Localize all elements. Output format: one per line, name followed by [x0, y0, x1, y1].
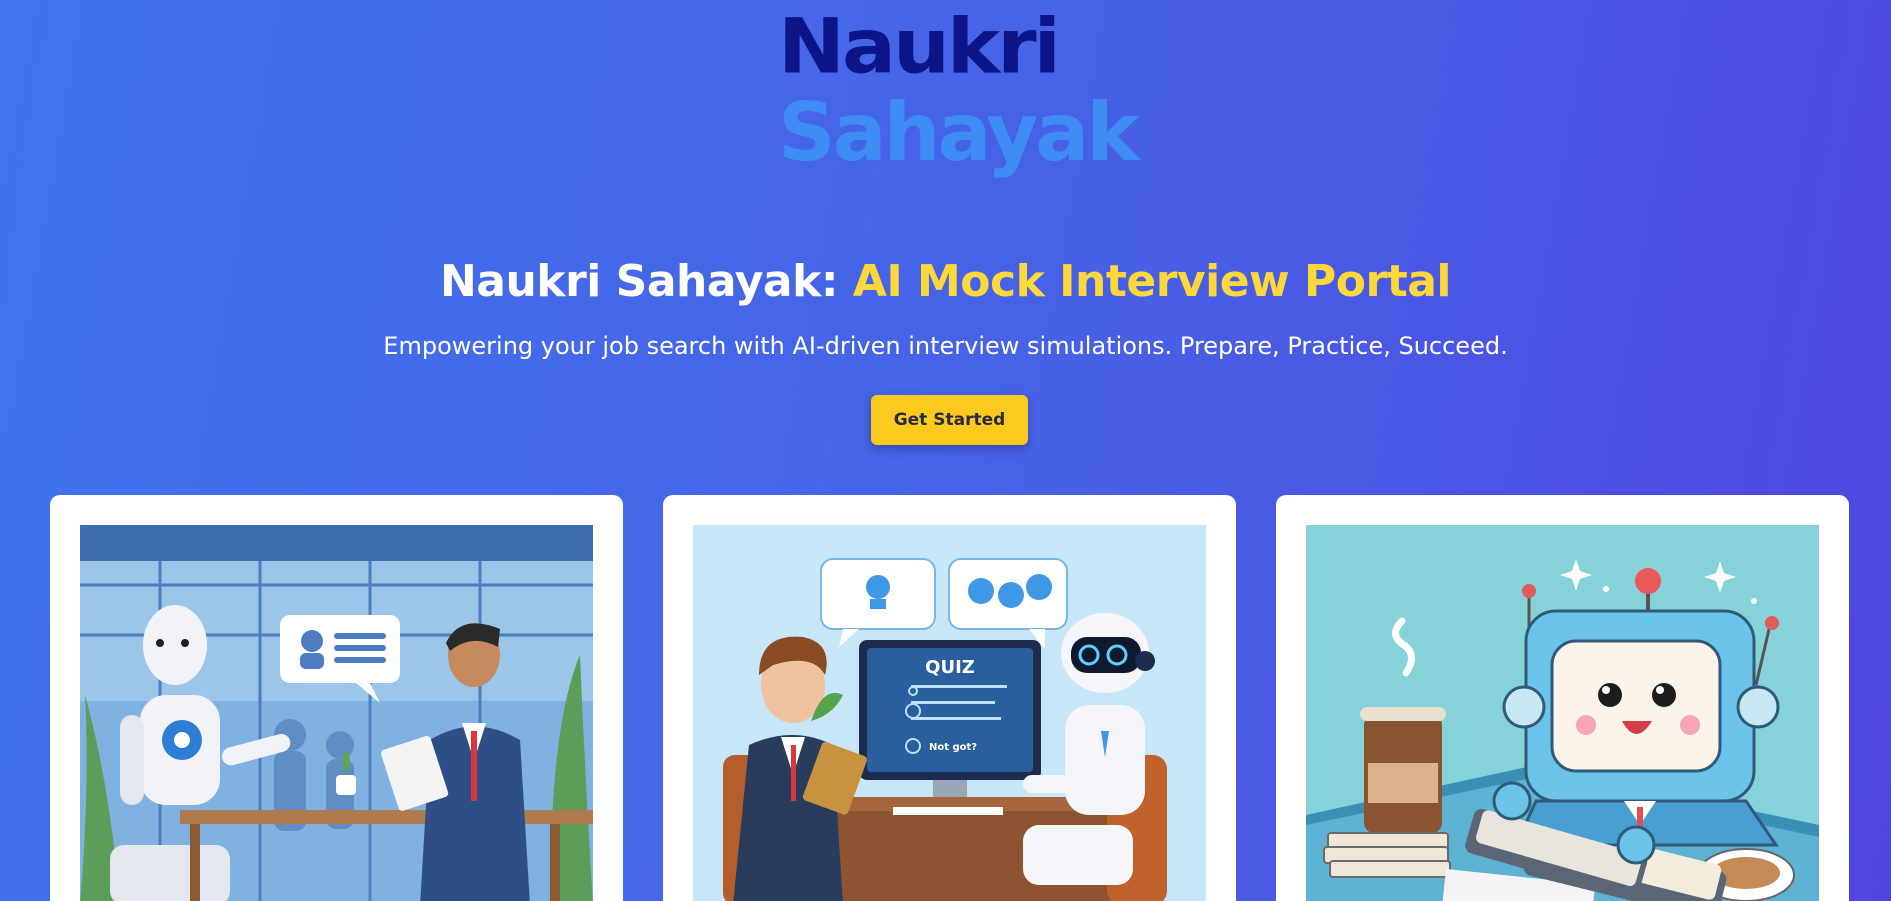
feature-card-2[interactable]: QUIZ Not got? — [663, 495, 1236, 901]
logo-line-2: Sahayak — [778, 86, 1139, 179]
robot-interview-illustration — [80, 525, 593, 901]
hero-title-main: Naukri Sahayak: — [439, 256, 853, 307]
quiz-interview-illustration: QUIZ Not got? — [693, 525, 1206, 901]
brand-logo[interactable]: Naukri Sahayak — [778, 2, 1139, 179]
hero-title: Naukri Sahayak: AI Mock Interview Portal — [0, 256, 1891, 307]
quiz-screen-title: QUIZ — [925, 657, 975, 678]
logo-line-1: Naukri — [778, 2, 1061, 91]
quiz-screen-caption: Not got? — [929, 742, 977, 753]
robot-typing-illustration — [1306, 525, 1819, 901]
hero-title-accent: AI Mock Interview Portal — [852, 256, 1452, 307]
get-started-button[interactable]: Get Started — [871, 395, 1028, 445]
feature-card-3[interactable] — [1276, 495, 1849, 901]
feature-card-1[interactable] — [50, 495, 623, 901]
hero-subtitle: Empowering your job search with AI-drive… — [383, 332, 1508, 360]
